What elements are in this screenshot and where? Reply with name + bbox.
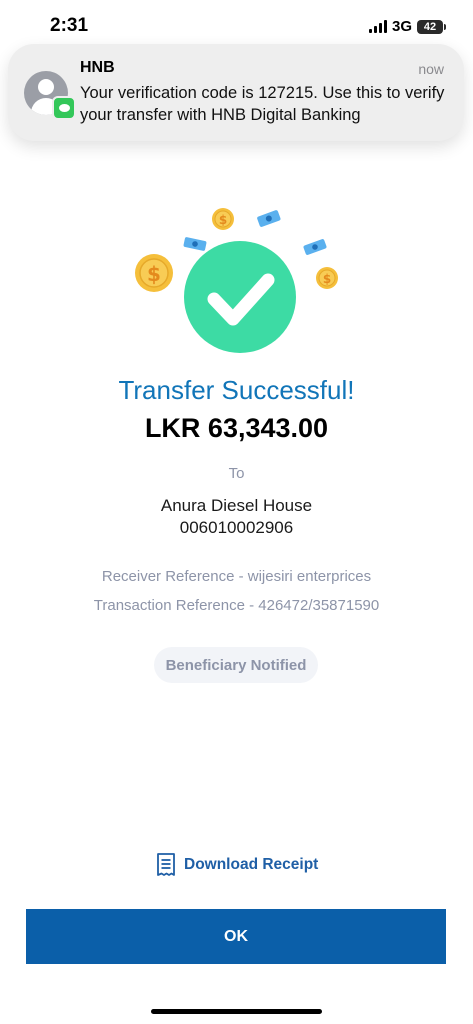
status-bar: 2:31 3G 42 (0, 0, 473, 48)
svg-text:$: $ (219, 213, 227, 227)
notification-message: Your verification code is 127215. Use th… (80, 84, 445, 124)
banknote-icon (257, 210, 281, 227)
download-receipt-link[interactable]: Download Receipt (156, 851, 318, 879)
beneficiary-notified-badge: Beneficiary Notified (154, 647, 318, 683)
notification-sender: HNB (80, 59, 115, 76)
sms-notification[interactable]: HNB now Your verification code is 127215… (8, 44, 464, 141)
network-type: 3G (391, 18, 412, 35)
svg-text:$: $ (147, 262, 161, 286)
home-indicator[interactable] (151, 1009, 322, 1014)
transfer-amount: LKR 63,343.00 (144, 413, 329, 443)
recipient-account-number: 006010002906 (179, 518, 294, 537)
notification-time: now (418, 61, 444, 77)
checkmark-icon (184, 241, 296, 353)
status-time: 2:31 (50, 15, 89, 36)
transaction-reference: Transaction Reference - 426472/35871590 (93, 597, 380, 614)
receiver-reference: Receiver Reference - wijesiri enterprice… (101, 568, 372, 585)
status-indicators: 3G 42 (368, 18, 446, 35)
messages-app-icon (52, 96, 76, 120)
recipient-name: Anura Diesel House (160, 496, 313, 515)
banknote-icon (303, 239, 327, 255)
download-receipt-label: Download Receipt (184, 856, 319, 873)
coin-icon: $ (212, 208, 234, 230)
svg-text:$: $ (323, 272, 331, 286)
battery-icon: 42 (417, 19, 446, 34)
banknote-icon (183, 237, 207, 251)
battery-level: 42 (423, 20, 437, 33)
receipt-icon (157, 853, 175, 876)
to-label: To (228, 465, 245, 482)
cellular-signal-icon (368, 20, 387, 33)
coin-icon: $ (316, 267, 338, 289)
coin-icon: $ (135, 254, 173, 292)
success-title: Transfer Successful! (118, 375, 355, 405)
ok-button[interactable]: OK (26, 909, 446, 964)
success-illustration: $ $ $ (135, 208, 338, 353)
